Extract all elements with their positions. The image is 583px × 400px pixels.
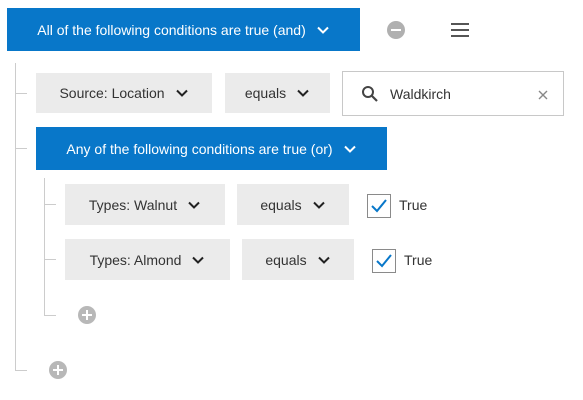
operator-dropdown[interactable]: equals [242, 239, 354, 280]
remove-condition-icon[interactable] [387, 21, 405, 39]
hamburger-menu-icon[interactable] [451, 23, 469, 37]
operator-dropdown-label: equals [265, 251, 307, 268]
field-dropdown[interactable]: Source: Location [36, 73, 212, 113]
root-operator-label: All of the following conditions are true… [37, 21, 306, 38]
field-dropdown[interactable]: Types: Almond [65, 239, 230, 280]
value-checkbox-label: True [404, 252, 433, 268]
tree-branch [15, 370, 27, 371]
operator-dropdown[interactable]: equals [237, 184, 349, 225]
value-checkbox-label: True [399, 197, 428, 213]
group-operator-dropdown[interactable]: Any of the following conditions are true… [36, 127, 387, 170]
location-search-field[interactable]: Waldkirch [342, 71, 564, 116]
close-icon[interactable] [537, 88, 549, 104]
add-group-condition-icon[interactable] [78, 306, 96, 324]
search-icon [361, 85, 379, 106]
checkmark-icon [376, 254, 392, 268]
field-dropdown[interactable]: Types: Walnut [65, 184, 225, 225]
tree-line-root [15, 63, 16, 371]
field-dropdown-label: Types: Walnut [88, 196, 178, 213]
value-checkbox[interactable] [372, 249, 396, 273]
add-condition-icon[interactable] [49, 361, 67, 379]
field-dropdown-label: Types: Almond [89, 251, 182, 268]
chevron-down-icon [316, 23, 330, 37]
tree-line-group [44, 178, 45, 316]
tree-branch [15, 93, 27, 94]
tree-branch [44, 204, 56, 205]
tree-branch [44, 259, 56, 260]
chevron-down-icon [317, 253, 331, 267]
operator-dropdown-label: equals [260, 196, 302, 213]
operator-dropdown-label: equals [244, 85, 287, 101]
chevron-down-icon [175, 86, 189, 100]
chevron-down-icon [191, 253, 205, 267]
tree-branch [44, 315, 56, 316]
search-value: Waldkirch [390, 86, 451, 102]
root-operator-dropdown[interactable]: All of the following conditions are true… [7, 8, 360, 51]
group-operator-label: Any of the following conditions are true… [66, 140, 333, 157]
checkmark-icon [371, 199, 387, 213]
chevron-down-icon [187, 198, 201, 212]
field-dropdown-label: Source: Location [59, 85, 165, 101]
chevron-down-icon [343, 142, 357, 156]
chevron-down-icon [296, 86, 310, 100]
tree-branch [15, 148, 27, 149]
value-checkbox[interactable] [367, 194, 391, 218]
operator-dropdown[interactable]: equals [225, 73, 330, 113]
chevron-down-icon [312, 198, 326, 212]
